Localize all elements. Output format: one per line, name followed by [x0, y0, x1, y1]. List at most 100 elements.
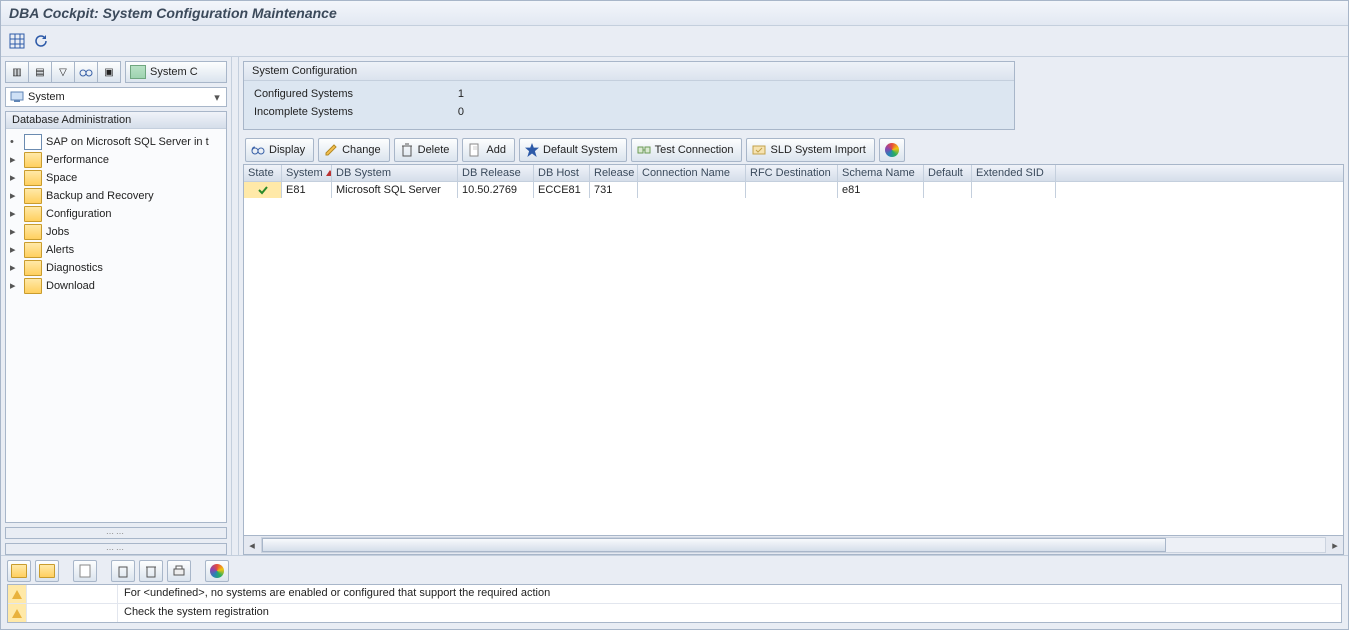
sidebar-panel-title: Database Administration	[6, 112, 226, 129]
change-label: Change	[342, 144, 381, 156]
trash-icon	[400, 143, 414, 157]
table-row[interactable]: E81 Microsoft SQL Server 10.50.2769 ECCE…	[244, 182, 1343, 198]
sidebar-tb-col1-icon[interactable]: ▥	[5, 61, 29, 83]
sld-import-label: SLD System Import	[770, 144, 865, 156]
pencil-icon	[324, 143, 338, 157]
tree-item-download[interactable]: ▸ Download	[10, 277, 222, 295]
tree-item-space[interactable]: ▸ Space	[10, 169, 222, 187]
th-dbsystem[interactable]: DB System	[332, 165, 458, 181]
sidebar-resize-handle-1[interactable]: ⋯⋯	[5, 527, 227, 539]
message-row[interactable]: Check the system registration	[8, 604, 1341, 622]
vertical-splitter[interactable]	[231, 57, 239, 555]
message-empty-col	[27, 585, 118, 603]
msg-new-folder-icon[interactable]	[35, 560, 59, 582]
sidebar-resize-handle-2[interactable]: ⋯⋯	[5, 543, 227, 555]
default-system-button[interactable]: Default System	[519, 138, 627, 162]
folder-icon	[24, 260, 42, 276]
configured-systems-label: Configured Systems	[254, 85, 404, 103]
folder-icon	[24, 242, 42, 258]
color-legend-button[interactable]	[879, 138, 905, 162]
warning-icon	[8, 604, 27, 622]
tree-item-jobs[interactable]: ▸ Jobs	[10, 223, 222, 241]
message-text: For <undefined>, no systems are enabled …	[118, 585, 1341, 603]
scroll-left-icon[interactable]: ◂	[244, 539, 260, 552]
folder-icon	[24, 206, 42, 222]
test-connection-icon	[637, 143, 651, 157]
cell-system: E81	[282, 182, 332, 198]
sap-system-icon	[24, 134, 42, 150]
msg-print-icon[interactable]	[167, 560, 191, 582]
tree-label: Backup and Recovery	[46, 187, 154, 205]
tree-label: Configuration	[46, 205, 111, 223]
add-button[interactable]: Add	[462, 138, 515, 162]
th-schema[interactable]: Schema Name	[838, 165, 924, 181]
grid-h-scrollbar[interactable]: ◂ ▸	[243, 536, 1344, 555]
incomplete-systems-value: 0	[424, 103, 464, 121]
cell-schema: e81	[838, 182, 924, 198]
expand-icon: ▸	[10, 277, 20, 295]
message-text: Check the system registration	[118, 604, 1341, 622]
expand-icon: ▸	[10, 205, 20, 223]
warning-icon	[8, 585, 27, 603]
cell-dbhost: ECCE81	[534, 182, 590, 198]
th-default[interactable]: Default	[924, 165, 972, 181]
default-system-label: Default System	[543, 144, 618, 156]
th-dbhost[interactable]: DB Host	[534, 165, 590, 181]
tree-item-sap-system[interactable]: • SAP on Microsoft SQL Server in t	[10, 133, 222, 151]
test-connection-button[interactable]: Test Connection	[631, 138, 743, 162]
expand-icon: ▸	[10, 241, 20, 259]
th-system[interactable]: System	[282, 165, 332, 181]
tree-label: Alerts	[46, 241, 74, 259]
cell-connection	[638, 182, 746, 198]
msg-doc-icon[interactable]	[73, 560, 97, 582]
delete-label: Delete	[418, 144, 450, 156]
tree-item-config[interactable]: ▸ Configuration	[10, 205, 222, 223]
scroll-right-icon[interactable]: ▸	[1327, 539, 1343, 552]
sidebar-system-config-button[interactable]: System C	[125, 61, 227, 83]
sidebar-tb-filter-icon[interactable]: ▽	[52, 61, 75, 83]
folder-icon	[39, 564, 55, 578]
tree-label: Download	[46, 277, 95, 295]
tree-item-alerts[interactable]: ▸ Alerts	[10, 241, 222, 259]
th-release[interactable]: Release	[590, 165, 638, 181]
sidebar-toolbar: ▥ ▤ ▽ ▣ System C	[5, 61, 227, 83]
change-button[interactable]: Change	[318, 138, 390, 162]
msg-export-icon[interactable]	[111, 560, 135, 582]
refresh-icon[interactable]	[31, 31, 51, 51]
dropdown-icon: ▾	[210, 91, 224, 104]
th-state[interactable]: State	[244, 165, 282, 181]
tree-label: Performance	[46, 151, 109, 169]
cell-dbsystem: Microsoft SQL Server	[332, 182, 458, 198]
msg-color-legend-icon[interactable]	[205, 560, 229, 582]
tree-item-performance[interactable]: ▸ Performance	[10, 151, 222, 169]
cell-release: 731	[590, 182, 638, 198]
add-doc-icon	[468, 143, 482, 157]
th-dbrelease[interactable]: DB Release	[458, 165, 534, 181]
tree-item-diagnostics[interactable]: ▸ Diagnostics	[10, 259, 222, 277]
th-connection[interactable]: Connection Name	[638, 165, 746, 181]
message-table: For <undefined>, no systems are enabled …	[7, 584, 1342, 623]
expand-icon: ▸	[10, 187, 20, 205]
display-label: Display	[269, 144, 305, 156]
display-button[interactable]: Display	[245, 138, 314, 162]
cell-default	[924, 182, 972, 198]
msg-open-folder-icon[interactable]	[7, 560, 31, 582]
grid-mode-icon[interactable]	[7, 31, 27, 51]
tree-item-backup[interactable]: ▸ Backup and Recovery	[10, 187, 222, 205]
sld-import-button[interactable]: SLD System Import	[746, 138, 874, 162]
th-extended[interactable]: Extended SID	[972, 165, 1056, 181]
delete-button[interactable]: Delete	[394, 138, 459, 162]
sidebar-tb-glasses-icon[interactable]	[75, 61, 98, 83]
system-select-dropdown[interactable]: System ▾	[5, 87, 227, 107]
th-rfc[interactable]: RFC Destination	[746, 165, 838, 181]
page-title: DBA Cockpit: System Configuration Mainte…	[1, 1, 1348, 26]
sidebar-panel: Database Administration • SAP on Microso…	[5, 111, 227, 523]
scroll-track[interactable]	[261, 537, 1326, 553]
sidebar-tb-col2-icon[interactable]: ▤	[29, 61, 52, 83]
message-row[interactable]: For <undefined>, no systems are enabled …	[8, 585, 1341, 604]
system-select-label: System	[28, 91, 210, 103]
scroll-thumb[interactable]	[262, 538, 1166, 552]
sidebar-tb-next-icon[interactable]: ▣	[98, 61, 121, 83]
msg-delete-icon[interactable]	[139, 560, 163, 582]
folder-icon	[24, 224, 42, 240]
